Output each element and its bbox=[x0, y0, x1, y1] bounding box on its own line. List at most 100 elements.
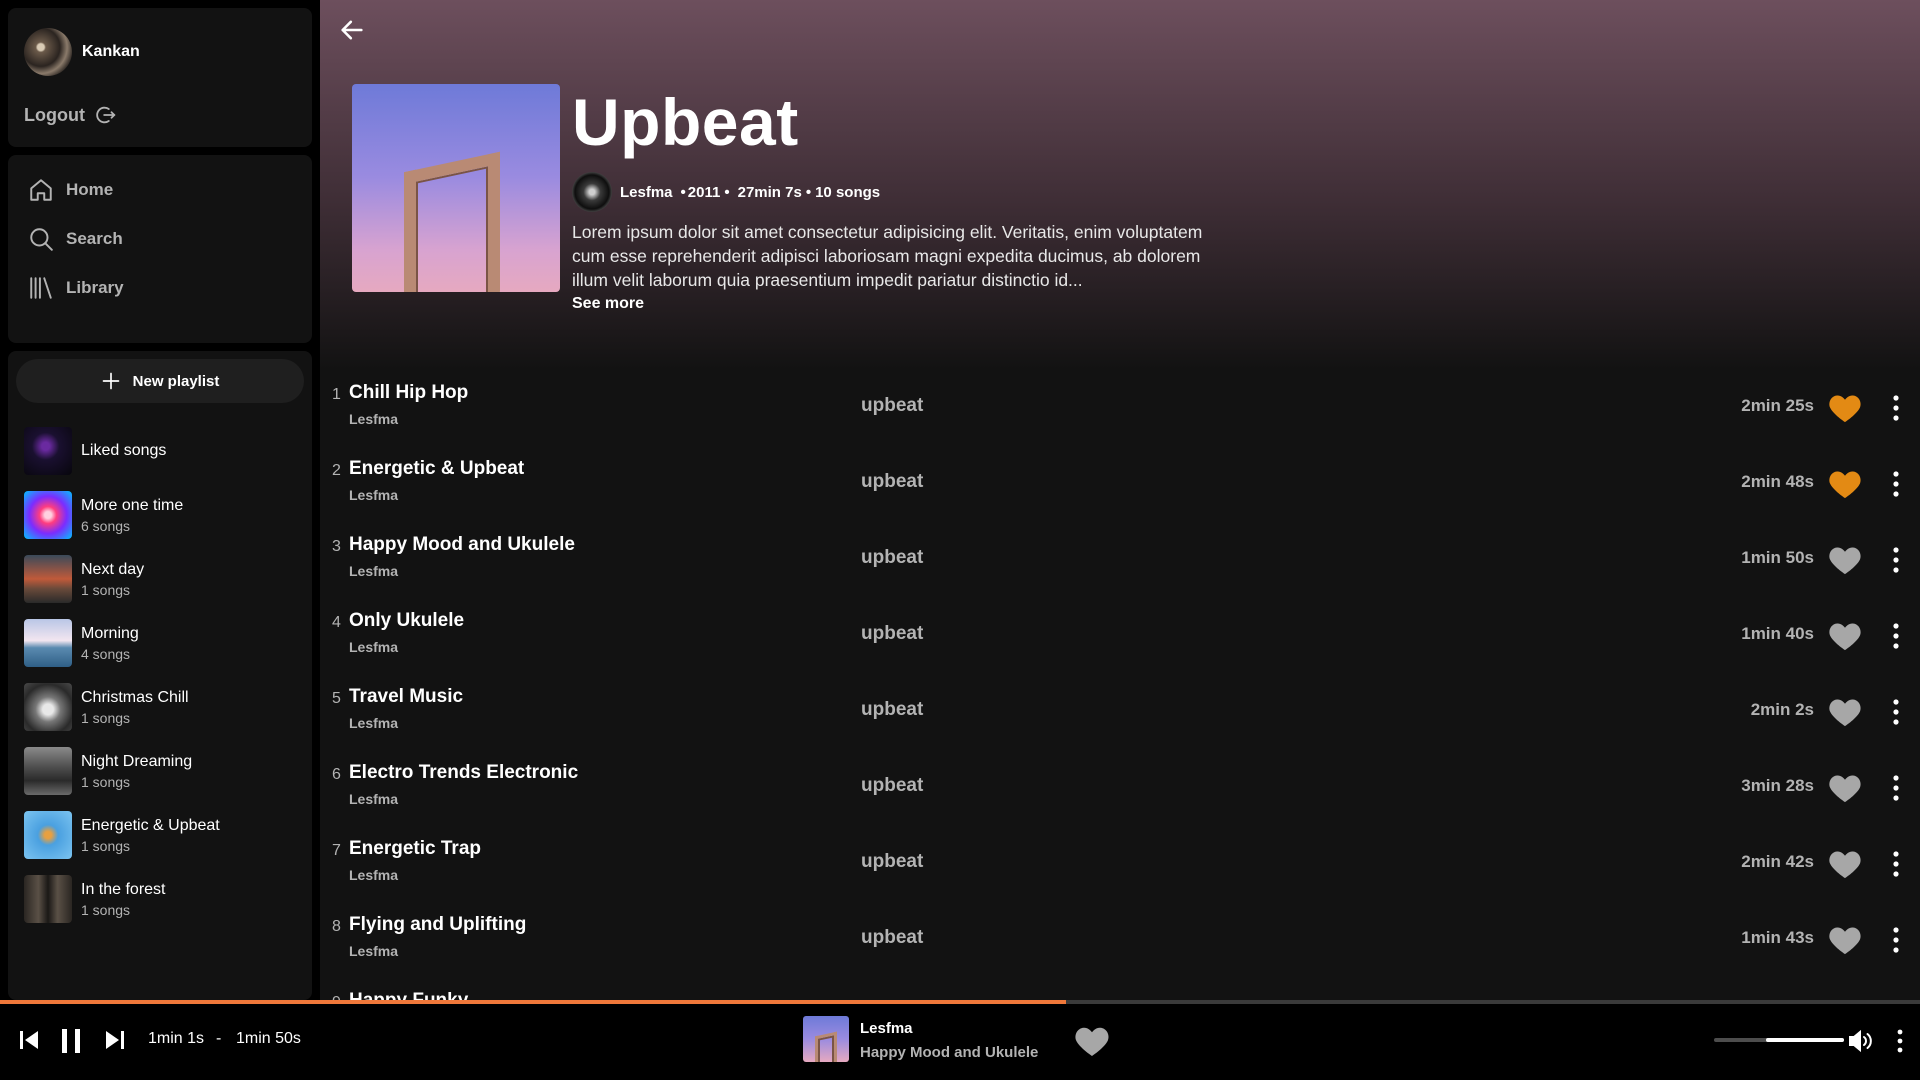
heart-icon[interactable] bbox=[1828, 696, 1862, 728]
more-vertical-icon[interactable] bbox=[1890, 544, 1902, 576]
heart-icon[interactable] bbox=[1828, 924, 1862, 956]
playlist-artist[interactable]: Lesfma bbox=[620, 184, 673, 201]
more-vertical-icon[interactable] bbox=[1895, 1026, 1905, 1056]
track-number: 2 bbox=[332, 462, 341, 479]
nav-home[interactable]: Home bbox=[28, 177, 113, 203]
track-artist[interactable]: Lesfma bbox=[349, 867, 398, 883]
track-artist[interactable]: Lesfma bbox=[349, 411, 398, 427]
track-title[interactable]: Energetic & Upbeat bbox=[349, 458, 524, 480]
heart-icon[interactable] bbox=[1828, 468, 1862, 500]
description-text: Lorem ipsum dolor sit amet consectetur a… bbox=[572, 222, 1203, 290]
total-time: 1min 50s bbox=[236, 1030, 301, 1047]
track-artist[interactable]: Lesfma bbox=[349, 487, 398, 503]
track-genre: upbeat bbox=[861, 471, 924, 492]
more-vertical-icon[interactable] bbox=[1890, 924, 1902, 956]
new-playlist-button[interactable]: New playlist bbox=[16, 359, 304, 403]
heart-icon[interactable] bbox=[1828, 392, 1862, 424]
track-duration: 2min 25s bbox=[1741, 396, 1814, 415]
more-vertical-icon[interactable] bbox=[1890, 620, 1902, 652]
playlist-view: Upbeat Lesfma • 2011 • 27min 7s • 10 son… bbox=[320, 0, 1920, 1000]
now-playing-artist[interactable]: Lesfma bbox=[860, 1020, 913, 1037]
skip-previous-icon[interactable] bbox=[18, 1028, 40, 1052]
meta-separator: • bbox=[805, 183, 812, 201]
track-artist[interactable]: Lesfma bbox=[349, 715, 398, 731]
track-row[interactable]: 3 Happy Mood and Ukulele Lesfma upbeat 1min … bbox=[320, 522, 1920, 598]
playlist-thumbnail bbox=[24, 619, 72, 667]
plus-icon bbox=[102, 372, 119, 390]
track-row[interactable]: 9Happy FunkyLesfmaupbeat bbox=[320, 978, 1920, 1000]
playback-progress-bar[interactable] bbox=[0, 1000, 1920, 1004]
track-number: 3 bbox=[332, 538, 341, 555]
user-name[interactable]: Kankan bbox=[82, 43, 140, 61]
track-list: 1 Chill Hip Hop Lesfma upbeat 2min 25s 2 Energ… bbox=[320, 370, 1920, 1000]
track-artist[interactable]: Lesfma bbox=[349, 639, 398, 655]
home-icon bbox=[30, 179, 52, 201]
playlist-item-next-day[interactable]: Next day 1 songs bbox=[16, 547, 304, 611]
playlist-item-night-dreaming[interactable]: Night Dreaming 1 songs bbox=[16, 739, 304, 803]
playlist-item-in-the-forest[interactable]: In the forest 1 songs bbox=[16, 867, 304, 931]
user-avatar[interactable] bbox=[24, 28, 72, 76]
track-title[interactable]: Only Ukulele bbox=[349, 610, 464, 632]
track-title[interactable]: Flying and Uplifting bbox=[349, 914, 526, 936]
track-row[interactable]: 1 Chill Hip Hop Lesfma upbeat 2min 25s bbox=[320, 370, 1920, 446]
volume-slider-fill bbox=[1766, 1038, 1844, 1042]
playlist-item-morning[interactable]: Morning 4 songs bbox=[16, 611, 304, 675]
see-more-link[interactable]: See more bbox=[572, 292, 1220, 316]
track-number: 7 bbox=[332, 842, 341, 859]
playlist-name: Night Dreaming bbox=[81, 752, 193, 770]
track-row[interactable]: 5 Travel Music Lesfma upbeat 2min 2s bbox=[320, 674, 1920, 750]
playlist-item-liked-songs[interactable]: Liked songs bbox=[16, 419, 304, 483]
nav-library[interactable]: Library bbox=[28, 275, 124, 301]
track-title[interactable]: Happy Funky bbox=[349, 990, 468, 1000]
volume-slider[interactable] bbox=[1714, 1038, 1844, 1042]
player-bar: 1min 1s - 1min 50s Lesfma Happy Mood and… bbox=[0, 1000, 1920, 1080]
pause-icon[interactable] bbox=[60, 1028, 82, 1054]
playlist-name: In the forest bbox=[81, 880, 166, 898]
playlist-item-more-one-time[interactable]: More one time 6 songs bbox=[16, 483, 304, 547]
track-number: 6 bbox=[332, 766, 341, 783]
more-vertical-icon[interactable] bbox=[1890, 848, 1902, 880]
heart-icon[interactable] bbox=[1828, 848, 1862, 880]
more-vertical-icon[interactable] bbox=[1890, 772, 1902, 804]
more-vertical-icon[interactable] bbox=[1890, 392, 1902, 424]
playlist-item-energetic-upbeat[interactable]: Energetic & Upbeat 1 songs bbox=[16, 803, 304, 867]
cover-art-frame bbox=[404, 151, 500, 292]
track-artist[interactable]: Lesfma bbox=[349, 563, 398, 579]
skip-next-icon[interactable] bbox=[104, 1028, 126, 1052]
track-row[interactable]: 8 Flying and Uplifting Lesfma upbeat 1min 43… bbox=[320, 902, 1920, 978]
track-title[interactable]: Electro Trends Electronic bbox=[349, 762, 578, 784]
track-title[interactable]: Happy Mood and Ukulele bbox=[349, 534, 575, 556]
playlist-thumbnail bbox=[24, 747, 72, 795]
now-playing-cover[interactable] bbox=[803, 1016, 849, 1062]
playlist-title: Upbeat bbox=[572, 85, 799, 159]
nav-search-label: Search bbox=[66, 229, 123, 248]
playlist-name: Next day bbox=[81, 560, 145, 578]
playlist-name: Energetic & Upbeat bbox=[81, 816, 220, 834]
logout-button[interactable]: Logout bbox=[24, 104, 117, 126]
track-title[interactable]: Energetic Trap bbox=[349, 838, 481, 860]
track-artist[interactable]: Lesfma bbox=[349, 943, 398, 959]
track-artist[interactable]: Lesfma bbox=[349, 791, 398, 807]
heart-icon[interactable] bbox=[1074, 1024, 1110, 1058]
track-row[interactable]: 4 Only Ukulele Lesfma upbeat 1min 40s bbox=[320, 598, 1920, 674]
track-row[interactable]: 6 Electro Trends Electronic Lesfma upbeat 3m… bbox=[320, 750, 1920, 826]
heart-icon[interactable] bbox=[1828, 772, 1862, 804]
track-title[interactable]: Travel Music bbox=[349, 686, 463, 708]
track-row[interactable]: 2 Energetic & Upbeat Lesfma upbeat 2min 48s bbox=[320, 446, 1920, 522]
more-vertical-icon[interactable] bbox=[1890, 696, 1902, 728]
playlist-item-christmas-chill[interactable]: Christmas Chill 1 songs bbox=[16, 675, 304, 739]
back-arrow-icon[interactable] bbox=[338, 16, 366, 44]
more-vertical-icon[interactable] bbox=[1890, 468, 1902, 500]
user-profile[interactable]: Kankan bbox=[24, 28, 140, 76]
heart-icon[interactable] bbox=[1828, 544, 1862, 576]
library-panel: New playlist Liked songs More one time 6… bbox=[8, 351, 312, 1000]
playlist-name: Morning bbox=[81, 624, 139, 642]
artist-avatar[interactable] bbox=[572, 172, 612, 212]
nav-search[interactable]: Search bbox=[28, 226, 123, 252]
track-duration: 3min 28s bbox=[1741, 776, 1814, 795]
heart-icon[interactable] bbox=[1828, 620, 1862, 652]
volume-icon[interactable] bbox=[1846, 1026, 1876, 1056]
now-playing-title[interactable]: Happy Mood and Ukulele bbox=[860, 1044, 1038, 1061]
track-title[interactable]: Chill Hip Hop bbox=[349, 382, 468, 404]
track-row[interactable]: 7 Energetic Trap Lesfma upbeat 2min 42s bbox=[320, 826, 1920, 902]
